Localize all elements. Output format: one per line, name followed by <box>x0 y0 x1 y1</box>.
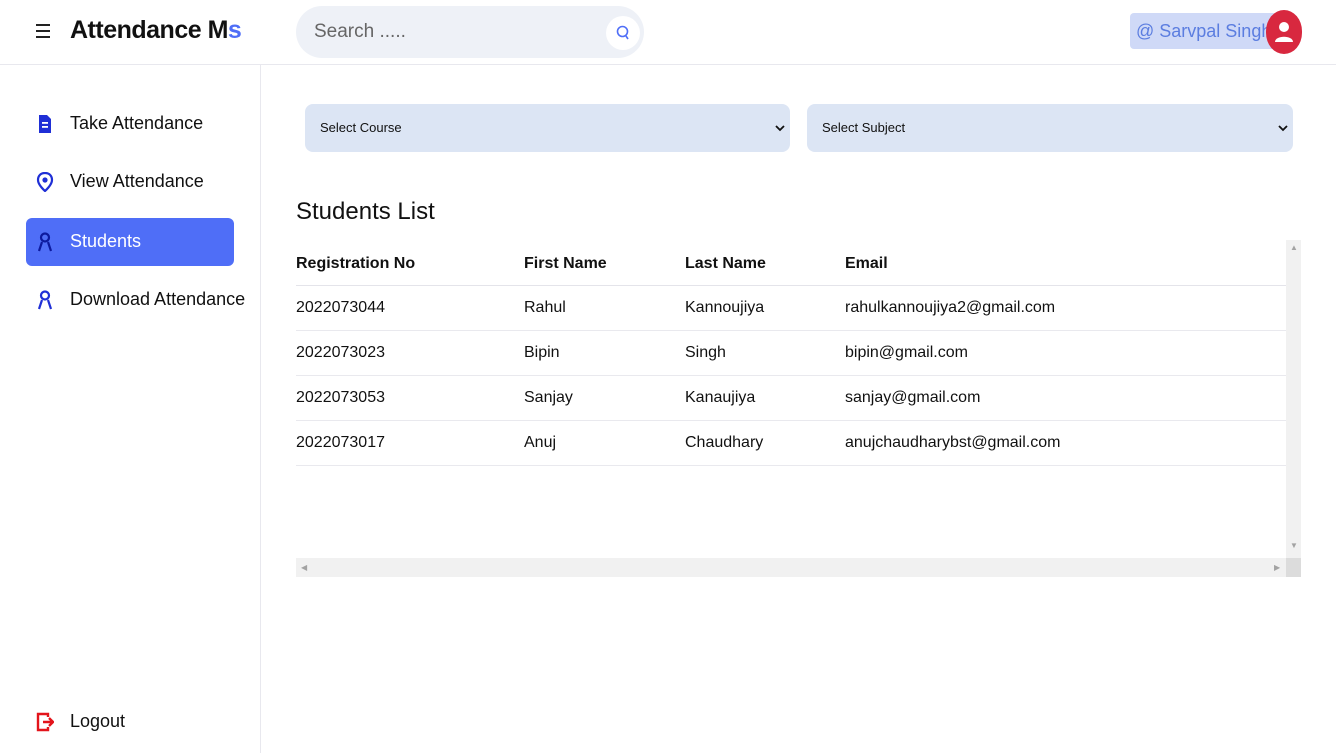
scrollbar-corner <box>1286 558 1301 577</box>
course-select[interactable]: Select Course <box>305 104 790 152</box>
search-icon <box>616 25 629 40</box>
search-input[interactable] <box>314 19 594 45</box>
table-cell: Chaudhary <box>685 420 845 466</box>
table-cell: 2022073017 <box>296 420 524 466</box>
table-cell: 2022073044 <box>296 285 524 331</box>
search-button[interactable] <box>606 16 640 50</box>
table-cell: Sanjay <box>524 375 685 421</box>
students-table-container: Registration No First Name Last Name Ema… <box>296 240 1301 577</box>
sidebar-item-view-attendance[interactable]: View Attendance <box>26 158 234 206</box>
course-select-label: Select Course <box>320 120 402 135</box>
table-cell: Rahul <box>524 285 685 331</box>
search-bar <box>296 6 644 58</box>
table-row: 2022073044 Rahul Kannoujiya rahulkannouj… <box>296 285 1286 331</box>
subject-select-label: Select Subject <box>822 120 906 135</box>
sidebar-item-students[interactable]: Students <box>26 218 234 266</box>
column-header: Last Name <box>685 240 845 286</box>
horizontal-scrollbar[interactable]: ◀ ▶ <box>296 558 1286 577</box>
table-header-row: Registration No First Name Last Name Ema… <box>296 240 1286 286</box>
brand-text: Attendance M <box>70 16 228 44</box>
scroll-left-icon[interactable]: ◀ <box>301 563 307 572</box>
brand-accent: s <box>227 16 242 44</box>
table-cell: 2022073053 <box>296 375 524 421</box>
table-cell: bipin@gmail.com <box>845 330 1286 376</box>
column-header: Registration No <box>296 240 524 286</box>
location-pin-icon <box>36 172 54 192</box>
chevron-down-icon <box>775 125 785 132</box>
table-cell: Singh <box>685 330 845 376</box>
table-cell: Bipin <box>524 330 685 376</box>
sidebar-item-label: Download Attendance <box>70 289 246 309</box>
table-cell: anujchaudharybst@gmail.com <box>845 420 1286 466</box>
table-row: 2022073053 Sanjay Kanaujiya sanjay@gmail… <box>296 375 1286 421</box>
sidebar-item-label: Students <box>70 231 142 251</box>
scroll-down-icon[interactable]: ▼ <box>1290 541 1298 550</box>
sidebar-item-take-attendance[interactable]: Take Attendance <box>26 100 234 148</box>
vertical-scrollbar[interactable]: ▲ ▼ <box>1286 240 1301 558</box>
page-title: Students List <box>296 198 435 225</box>
scroll-up-icon[interactable]: ▲ <box>1290 243 1298 252</box>
students-table: Registration No First Name Last Name Ema… <box>296 240 1286 466</box>
student-icon <box>37 232 53 252</box>
logout-icon <box>36 712 54 732</box>
sidebar-item-label: Take Attendance <box>70 113 204 133</box>
user-name-tag[interactable]: @ Sarvpal Singh <box>1130 13 1278 49</box>
sidebar-item-download-attendance[interactable]: Download Attendance <box>26 276 245 324</box>
top-bar: Attendance Ms @ Sarvpal Singh <box>0 0 1336 65</box>
table-cell: 2022073023 <box>296 330 524 376</box>
subject-select[interactable]: Select Subject <box>807 104 1293 152</box>
table-cell: rahulkannoujiya2@gmail.com <box>845 285 1286 331</box>
logout-label: Logout <box>70 711 126 731</box>
table-cell: Anuj <box>524 420 685 466</box>
sidebar-item-label: View Attendance <box>70 171 204 191</box>
avatar[interactable] <box>1266 10 1302 54</box>
table-cell: sanjay@gmail.com <box>845 375 1286 421</box>
hamburger-menu-icon[interactable] <box>36 19 52 43</box>
document-icon <box>39 115 51 133</box>
scroll-right-icon[interactable]: ▶ <box>1274 563 1280 572</box>
column-header: Email <box>845 240 1286 286</box>
table-cell: Kannoujiya <box>685 285 845 331</box>
student-icon <box>37 290 53 310</box>
table-cell: Kanaujiya <box>685 375 845 421</box>
table-row: 2022073023 Bipin Singh bipin@gmail.com <box>296 330 1286 376</box>
column-header: First Name <box>524 240 685 286</box>
user-icon <box>1275 22 1293 42</box>
logout-button[interactable]: Logout <box>26 698 234 746</box>
chevron-down-icon <box>1278 125 1288 132</box>
app-brand: Attendance Ms <box>70 16 242 45</box>
table-row: 2022073017 Anuj Chaudhary anujchaudharyb… <box>296 420 1286 466</box>
